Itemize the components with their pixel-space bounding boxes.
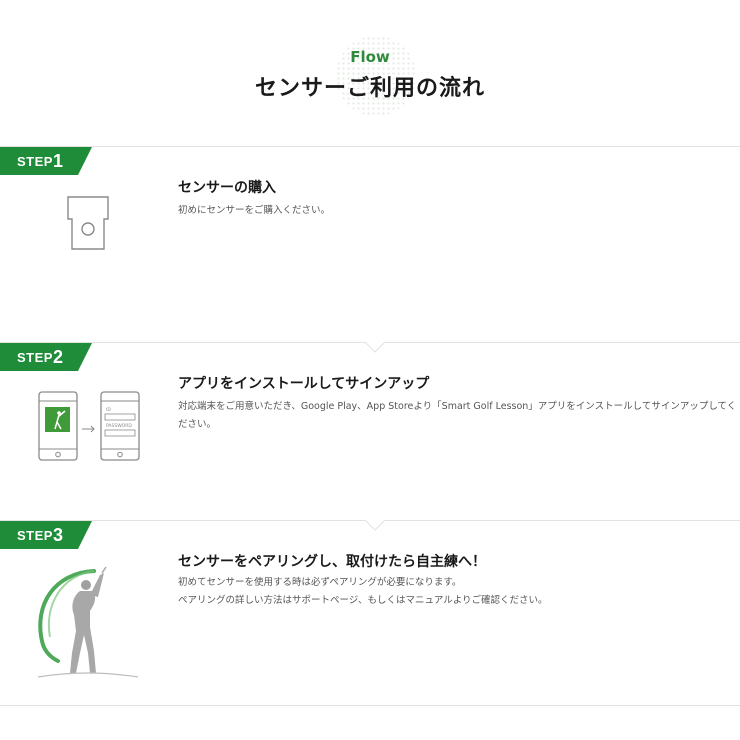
step-description: 対応端末をご用意いただき、Google Play、App Storeより「Sma… [178,401,737,430]
section-title: センサーご利用の流れ [254,76,485,101]
step-description-line: ペアリングの詳しい方法はサポートページ、もしくはマニュアルよりご確認ください。 [178,595,548,606]
phone-app-signup-icon: ID PASSWORD [38,391,140,461]
step-heading: アプリをインストールしてサインアップ [178,376,430,392]
step-badge-label: STEP1 [17,151,64,171]
id-field-label: ID [106,407,111,413]
sensor-device-icon [67,196,109,250]
notch-arrow [365,520,385,531]
step-3: STEP3 センサーをペアリングし、取付けたら自主練へ！ 初めてセンサーを使用す… [0,520,740,706]
step-heading: センサーをペアリングし、取付けたら自主練へ！ [178,554,486,570]
step-1: STEP1 センサーの購入 初めにセンサーをご購入ください。 [0,146,740,342]
notch-arrow [365,342,385,353]
step-heading: センサーの購入 [178,180,276,196]
step-description: 初めにセンサーをご購入ください。 [178,205,331,216]
step-badge-label: STEP2 [17,347,64,367]
step-description-line: 初めてセンサーを使用する時は必ずペアリングが必要になります。 [178,577,462,588]
section-eyebrow: Flow [350,48,390,66]
step-badge-label: STEP3 [17,525,64,545]
step-2: STEP2 ID PASSWORD アプリをインストールしてサインアップ 対応端… [0,342,740,520]
golfer-swing-icon [37,566,139,678]
section-header: Flow センサーご利用の流れ [0,0,740,130]
password-field-label: PASSWORD [106,423,132,429]
step-description: 初めてセンサーを使用する時は必ずペアリングが必要になります。 ペアリングの詳しい… [178,574,738,610]
